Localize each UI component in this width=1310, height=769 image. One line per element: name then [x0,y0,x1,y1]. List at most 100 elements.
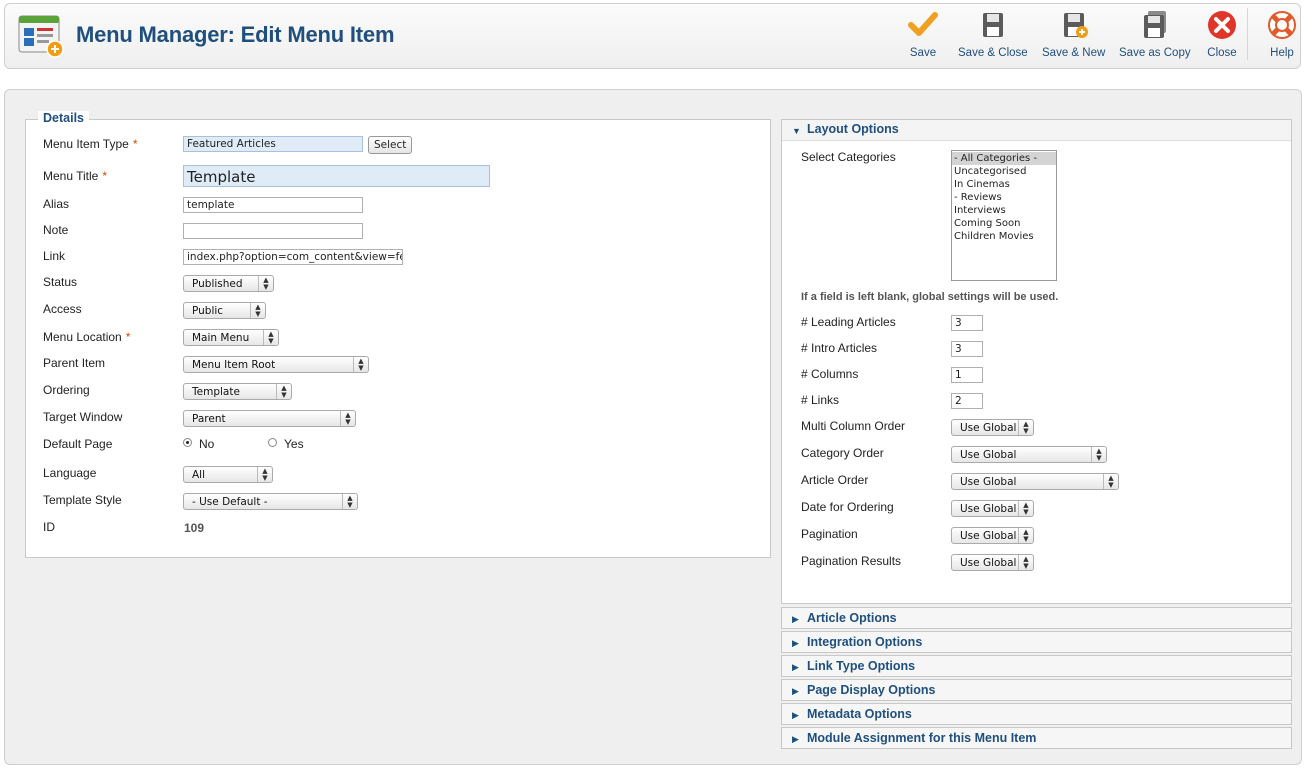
menu-title-input[interactable]: Template [183,165,490,187]
save-close-button-label: Save & Close [958,47,1028,59]
save-new-button[interactable]: Save & New [1042,10,1105,59]
collapsed-triangle-icon: ▶ [792,734,799,744]
pagination-results-select[interactable]: Use Global ▲ ▼ [951,554,1034,571]
list-item[interactable]: - Reviews [952,191,1056,204]
default-page-no-radio[interactable] [183,438,192,447]
select-categories-label: Select Categories [801,150,896,164]
panel-title: Module Assignment for this Menu Item [807,731,1037,745]
target-window-label: Target Window [43,410,123,424]
columns-input[interactable]: 1 [951,367,983,383]
ordering-select[interactable]: Template ▲ ▼ [183,383,292,400]
module-assignment-panel-header[interactable]: ▶ Module Assignment for this Menu Item [781,727,1292,749]
toolbar-header: Menu Manager: Edit Menu Item [4,3,1301,69]
parent-item-select[interactable]: Menu Item Root ▲ ▼ [183,356,369,373]
lifebuoy-icon [1268,11,1296,39]
disk-plus-icon [1063,13,1088,38]
panel-title: Integration Options [807,635,923,649]
multi-column-order-select[interactable]: Use Global ▲ ▼ [951,419,1034,436]
select-arrows-icon: ▲ ▼ [263,330,278,345]
close-button-label: Close [1207,47,1237,59]
select-arrows-icon: ▲ ▼ [1018,528,1033,543]
category-order-select[interactable]: Use Global ▲ ▼ [951,446,1107,463]
menu-location-select[interactable]: Main Menu ▲ ▼ [183,329,279,346]
access-label: Access [43,302,82,316]
alias-label: Alias [43,197,70,211]
select-arrows-icon: ▲ ▼ [353,357,368,372]
access-select[interactable]: Public ▲ ▼ [183,302,266,319]
layout-options-title: Layout Options [807,122,899,136]
default-page-yes-radio[interactable] [268,438,277,447]
list-item[interactable]: - All Categories - [952,152,1056,165]
select-arrows-icon: ▲ ▼ [250,303,265,318]
collapsed-triangle-icon: ▶ [792,710,799,720]
list-item[interactable]: Children Movies [952,230,1056,243]
save-button[interactable]: Save [907,10,939,59]
list-item[interactable]: Coming Soon [952,217,1056,230]
article-order-select[interactable]: Use Global ▲ ▼ [951,473,1119,490]
intro-articles-label: # Intro Articles [801,341,878,355]
links-label: # Links [801,393,840,407]
save-new-button-label: Save & New [1042,47,1106,59]
status-select[interactable]: Published ▲ ▼ [183,275,274,292]
link-type-options-panel-header[interactable]: ▶ Link Type Options [781,655,1292,677]
article-options-panel-header[interactable]: ▶ Article Options [781,607,1292,629]
list-item[interactable]: Interviews [952,204,1056,217]
integration-options-panel-header[interactable]: ▶ Integration Options [781,631,1292,653]
date-for-ordering-label: Date for Ordering [801,500,894,514]
metadata-options-panel-header[interactable]: ▶ Metadata Options [781,703,1292,725]
pagination-label: Pagination [801,527,858,541]
collapsed-triangle-icon: ▶ [792,686,799,696]
collapsed-triangle-icon: ▶ [792,638,799,648]
links-input[interactable]: 2 [951,393,983,409]
toolbar-divider [1247,8,1248,60]
menu-manager-icon [18,15,64,58]
save-as-copy-button[interactable]: Save as Copy [1119,10,1191,59]
help-button[interactable]: Help [1266,10,1298,59]
select-menu-type-button[interactable]: Select [368,136,413,154]
link-label: Link [43,249,66,263]
save-close-button[interactable]: Save & Close [958,10,1028,59]
disk-copy-icon [1143,11,1166,38]
list-item[interactable]: Uncategorised [952,165,1056,178]
default-page-label: Default Page [43,437,113,451]
template-style-select[interactable]: - Use Default - ▲ ▼ [183,493,358,510]
template-style-label: Template Style [43,493,122,507]
select-arrows-icon: ▲ ▼ [340,411,355,426]
alias-input[interactable]: template [183,197,363,213]
select-arrows-icon: ▲ ▼ [1018,555,1033,570]
select-arrows-icon: ▲ ▼ [1018,420,1033,435]
target-window-select[interactable]: Parent ▲ ▼ [183,410,356,427]
panel-title: Link Type Options [807,659,916,673]
global-settings-note: If a field is left blank, global setting… [801,291,1059,303]
article-order-label: Article Order [801,473,869,487]
close-button[interactable]: Close [1206,10,1238,59]
select-arrows-icon: ▲ ▼ [1103,474,1118,489]
page-display-options-panel-header[interactable]: ▶ Page Display Options [781,679,1292,701]
date-for-ordering-select[interactable]: Use Global ▲ ▼ [951,500,1034,517]
note-label: Note [43,223,69,237]
ordering-label: Ordering [43,383,90,397]
save-button-label: Save [909,47,937,59]
note-input[interactable] [183,223,363,239]
language-select[interactable]: All ▲ ▼ [183,466,273,483]
link-input[interactable]: index.php?option=com_content&view=featu [183,249,403,265]
menu-title-label: Menu Title * [43,169,108,183]
intro-articles-input[interactable]: 3 [951,341,983,357]
multi-column-order-label: Multi Column Order [801,419,906,433]
help-button-label: Help [1270,47,1294,59]
pagination-select[interactable]: Use Global ▲ ▼ [951,527,1034,544]
status-label: Status [43,275,78,289]
language-label: Language [43,466,97,480]
page-title: Menu Manager: Edit Menu Item [76,22,395,47]
panel-title: Page Display Options [807,683,936,697]
list-item[interactable]: In Cinemas [952,178,1056,191]
disk-icon [982,13,1003,37]
select-arrows-icon: ▲ ▼ [276,384,291,399]
leading-articles-label: # Leading Articles [801,315,896,329]
default-page-no-label: No [199,437,215,451]
select-arrows-icon: ▲ ▼ [1018,501,1033,516]
save-as-copy-button-label: Save as Copy [1119,47,1191,59]
leading-articles-input[interactable]: 3 [951,315,983,331]
categories-listbox[interactable]: - All Categories - Uncategorised In Cine… [951,150,1057,281]
panel-title: Article Options [807,611,897,625]
